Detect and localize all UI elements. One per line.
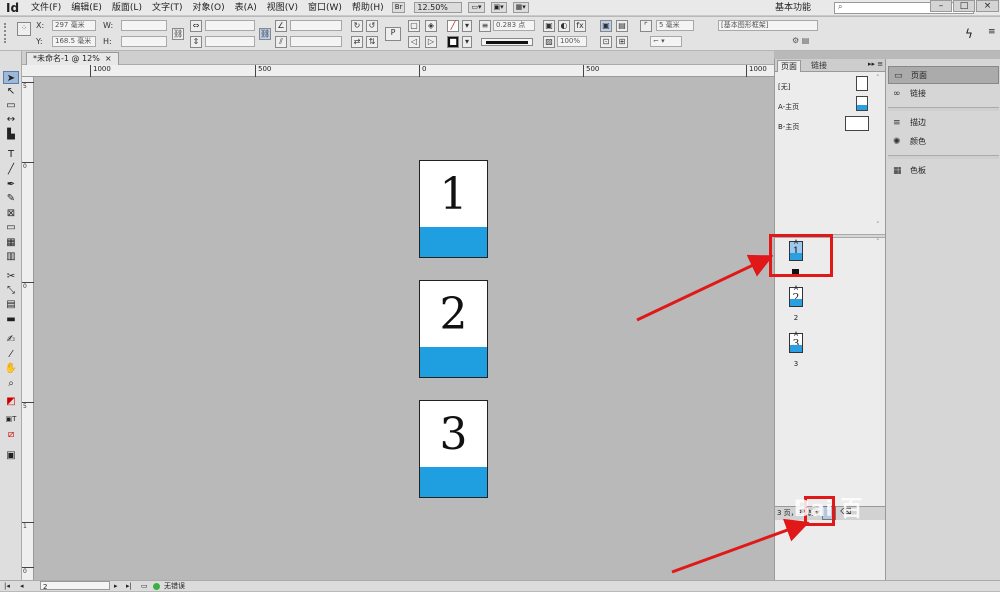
highlight-page-1-box	[769, 234, 833, 277]
red-arrow-to-page-1	[636, 254, 774, 322]
baidu-watermark: Bai 百	[793, 497, 863, 522]
